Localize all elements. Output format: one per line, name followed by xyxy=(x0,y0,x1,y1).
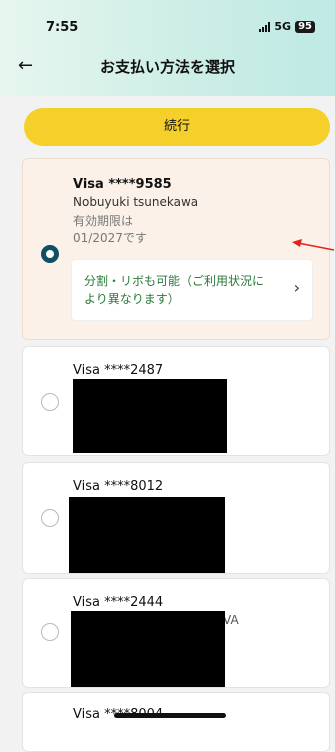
card-holder-name-fragment: VA xyxy=(223,613,239,627)
card-expiry-label: 有効期限は xyxy=(73,214,134,228)
installment-text: 分割・リボも可能（ご利用状況により異なります） xyxy=(84,274,265,306)
payment-card-8004[interactable]: Visa ****8004 xyxy=(22,692,330,752)
card-holder-name: Nobuyuki tsunekawa xyxy=(73,195,199,209)
status-indicators: 5G 95 xyxy=(259,20,315,33)
signal-icon xyxy=(259,21,271,32)
home-indicator xyxy=(114,713,226,718)
radio-selected[interactable] xyxy=(41,245,59,263)
status-time: 7:55 xyxy=(46,20,79,35)
radio-unselected[interactable] xyxy=(41,393,59,411)
card-brand: Visa ****2444 xyxy=(73,595,164,610)
radio-unselected[interactable] xyxy=(41,623,59,641)
payment-card-2444[interactable]: Visa ****2444 VA xyxy=(22,578,330,688)
redaction-block xyxy=(73,379,227,453)
installment-option[interactable]: 分割・リボも可能（ご利用状況により異なります） › xyxy=(71,259,313,321)
redaction-block xyxy=(71,611,225,687)
payment-card-9585[interactable]: Visa ****9585 Nobuyuki tsunekawa 有効期限は 0… xyxy=(22,158,330,340)
page-title: お支払い方法を選択 xyxy=(99,58,235,76)
card-expiry-value: 01/2027です xyxy=(73,231,147,245)
card-brand: Visa ****9585 xyxy=(73,177,172,192)
annotation-arrow-icon xyxy=(292,239,334,251)
network-label: 5G xyxy=(274,20,292,33)
card-brand: Visa ****8012 xyxy=(73,479,164,494)
radio-unselected[interactable] xyxy=(41,509,59,527)
header: 7:55 5G 95 ← お支払い方法を選択 xyxy=(0,0,335,96)
payment-card-2487[interactable]: Visa ****2487 xyxy=(22,346,330,456)
payment-card-8012[interactable]: Visa ****8012 xyxy=(22,462,330,574)
card-brand: Visa ****2487 xyxy=(73,363,164,378)
chevron-right-icon: › xyxy=(293,278,300,297)
continue-button[interactable]: 続行 xyxy=(24,108,330,146)
battery-icon: 95 xyxy=(295,20,315,33)
redaction-block xyxy=(69,497,225,573)
